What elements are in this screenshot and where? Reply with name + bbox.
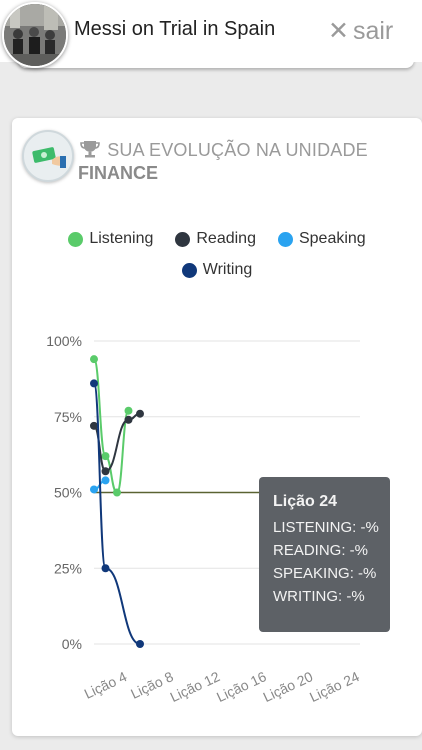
- tooltip-speaking: SPEAKING: -%: [273, 565, 377, 582]
- data-point-speaking[interactable]: [101, 476, 110, 485]
- data-point-writing[interactable]: [136, 640, 144, 648]
- x-tick-label: Lição 20: [261, 668, 316, 705]
- data-point-writing[interactable]: [101, 564, 110, 573]
- x-tick-label: Lição 12: [168, 668, 223, 705]
- y-tick-label: 50%: [54, 485, 82, 501]
- data-point-listening[interactable]: [101, 452, 110, 461]
- x-tick-label: Lição 8: [128, 668, 176, 702]
- progress-chart: 0%25%50%75%100% Lição 4Lição 8Lição 12Li…: [46, 333, 362, 705]
- data-point-reading[interactable]: [101, 467, 110, 476]
- x-tick-label: Lição 4: [82, 668, 130, 702]
- data-point-reading[interactable]: [124, 415, 133, 424]
- data-point-listening[interactable]: [90, 355, 98, 364]
- data-point-speaking[interactable]: [90, 485, 98, 494]
- data-point-writing[interactable]: [90, 379, 98, 388]
- y-tick-label: 100%: [46, 333, 82, 349]
- data-point-listening[interactable]: [113, 488, 121, 497]
- data-point-reading[interactable]: [90, 421, 98, 430]
- tooltip-writing: WRITING: -%: [273, 588, 365, 605]
- y-tick-label: 0%: [62, 636, 82, 652]
- tooltip-reading: READING: -%: [273, 542, 369, 559]
- chart-tooltip: Lição 24 LISTENING: -% READING: -% SPEAK…: [259, 477, 390, 632]
- data-point-reading[interactable]: [136, 409, 144, 418]
- y-tick-label: 75%: [54, 409, 82, 425]
- x-tick-label: Lição 16: [214, 668, 269, 705]
- y-tick-label: 25%: [54, 560, 82, 576]
- data-point-listening[interactable]: [124, 406, 133, 415]
- tooltip-listening: LISTENING: -%: [273, 519, 379, 536]
- tooltip-title: Lição 24: [273, 493, 338, 510]
- x-tick-label: Lição 24: [307, 668, 362, 705]
